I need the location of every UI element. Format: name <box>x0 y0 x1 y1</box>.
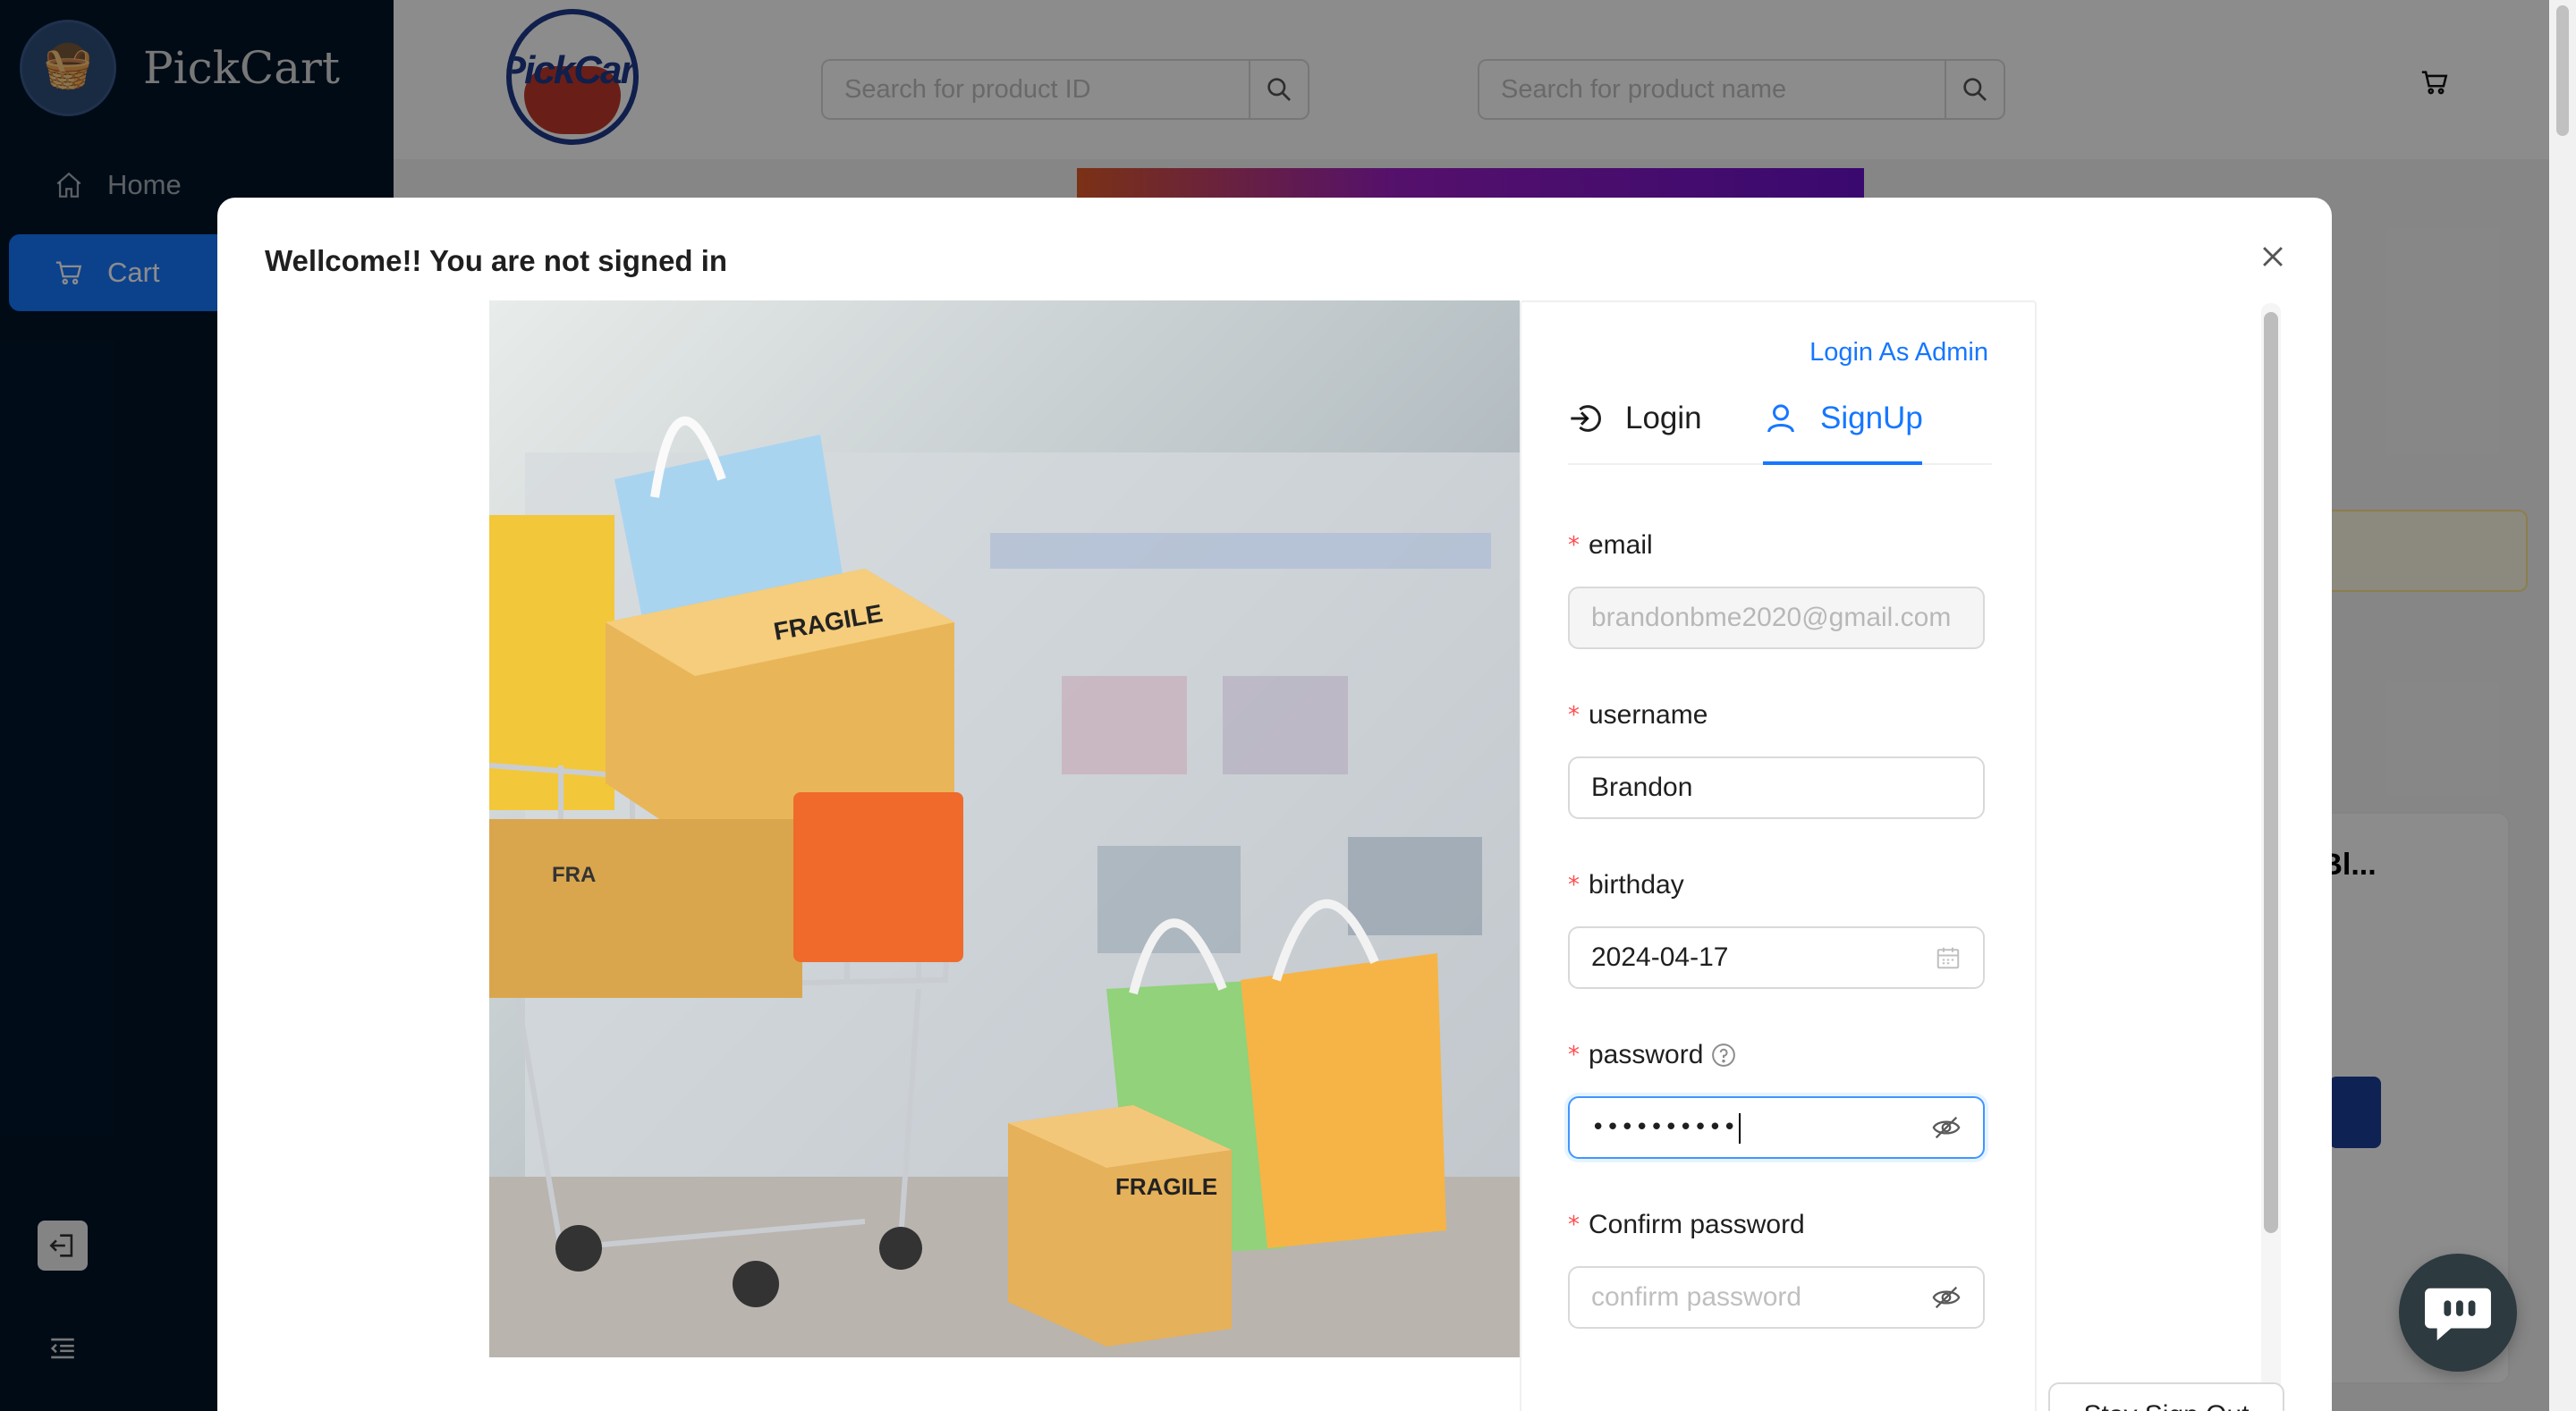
username-value: Brandon <box>1591 773 1693 802</box>
email-field[interactable]: brandonbme2020@gmail.com <box>1568 587 1985 649</box>
signin-modal: Wellcome!! You are not signed in FRAGILE… <box>217 198 2332 1411</box>
modal-close-button[interactable] <box>2253 237 2292 276</box>
close-icon <box>2263 247 2283 266</box>
required-mark: * <box>1568 1212 1580 1238</box>
modal-title: Wellcome!! You are not signed in <box>265 244 728 277</box>
text-cursor <box>1739 1112 1741 1144</box>
tab-signup-label: SignUp <box>1820 401 1923 435</box>
username-form-item: * username Brandon <box>1568 696 1985 819</box>
chat-button[interactable] <box>2399 1254 2517 1372</box>
page-scrollbar[interactable] <box>2549 0 2576 1411</box>
svg-text:FRAGILE: FRAGILE <box>1115 1173 1217 1200</box>
email-label-text: email <box>1589 530 1653 560</box>
username-label-text: username <box>1589 700 1708 730</box>
confirm-password-form-item: * Confirm password confirm password <box>1568 1205 1985 1329</box>
question-circle-icon[interactable] <box>1710 1042 1737 1069</box>
password-value: •••••••••• <box>1591 1114 1738 1142</box>
login-icon <box>1571 405 1601 432</box>
required-mark: * <box>1568 532 1580 559</box>
password-form-item: * password •••••••••• <box>1568 1035 1985 1159</box>
signup-form-panel: Login As Admin Login SignUp * email brand… <box>1520 300 2037 1411</box>
auth-tabs: Login SignUp <box>1568 401 1992 465</box>
user-icon <box>1767 404 1794 433</box>
chat-icon <box>2425 1288 2491 1341</box>
required-mark: * <box>1568 872 1580 899</box>
password-value-wrap: •••••••••• <box>1591 1111 1931 1144</box>
email-value: brandonbme2020@gmail.com <box>1591 603 1952 632</box>
birthday-label-text: birthday <box>1589 870 1684 900</box>
calendar-icon <box>1936 947 1960 969</box>
stay-sign-out-button[interactable]: Stay Sign Out <box>2048 1382 2284 1411</box>
confirm-password-label-text: Confirm password <box>1589 1210 1805 1239</box>
required-mark: * <box>1568 702 1580 729</box>
eye-invisible-icon[interactable] <box>1931 1112 1962 1143</box>
tab-login[interactable]: Login <box>1568 401 1702 465</box>
tab-login-label: Login <box>1625 401 1702 435</box>
password-field[interactable]: •••••••••• <box>1568 1096 1985 1159</box>
password-label: * password <box>1568 1035 1985 1075</box>
eye-invisible-icon[interactable] <box>1931 1282 1962 1313</box>
username-label: * username <box>1568 696 1985 735</box>
modal-scrollbar[interactable] <box>2261 303 2281 1411</box>
username-field[interactable]: Brandon <box>1568 756 1985 819</box>
login-as-admin-link[interactable]: Login As Admin <box>1809 338 1988 368</box>
confirm-password-field[interactable]: confirm password <box>1568 1266 1985 1329</box>
active-tab-indicator <box>1763 461 1922 465</box>
birthday-label: * birthday <box>1568 866 1985 905</box>
modal-scrollbar-thumb[interactable] <box>2264 312 2278 1233</box>
birthday-value: 2024-04-17 <box>1591 942 1729 972</box>
tab-signup[interactable]: SignUp <box>1763 401 1923 465</box>
required-mark: * <box>1568 1042 1580 1069</box>
password-label-text: password <box>1589 1040 1704 1069</box>
hero-image: FRAGILE FRA FRAGILE <box>489 300 1520 1357</box>
confirm-password-placeholder: confirm password <box>1591 1282 1802 1312</box>
page-scrollbar-thumb[interactable] <box>2556 5 2569 136</box>
email-label: * email <box>1568 526 1985 565</box>
svg-text:FRA: FRA <box>552 863 596 887</box>
confirm-password-label: * Confirm password <box>1568 1205 1985 1245</box>
email-form-item: * email brandonbme2020@gmail.com <box>1568 526 1985 649</box>
birthday-date-picker[interactable]: 2024-04-17 <box>1568 926 1985 989</box>
birthday-form-item: * birthday 2024-04-17 <box>1568 866 1985 989</box>
